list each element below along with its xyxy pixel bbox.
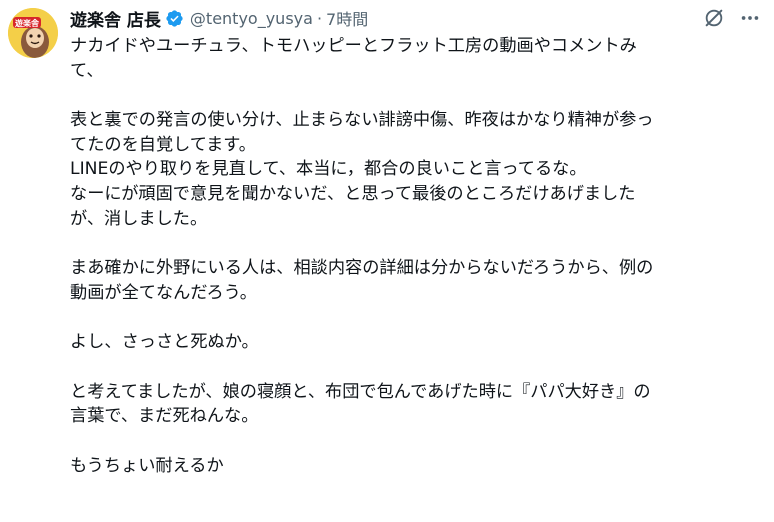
verified-badge-icon [165, 9, 184, 28]
tweet-text-line: 表と裏での発言の使い分け、止まらない誹謗中傷、昨夜はかなり精神が参っ [70, 110, 654, 131]
tweet-text-line: と考えてましたが、娘の寝顔と、布団で包んであげた時に『パパ大好き』の [70, 381, 651, 402]
tweet-text: ナカイドやユーチュラ、トモハッピーとフラット工房の動画やコメントみ て、表と裏での… [70, 34, 760, 478]
more-button[interactable] [738, 6, 762, 30]
tweet-text-line: LINEのやり取りを見直して、本当に，都合の良いこと言ってるな。 [70, 159, 587, 180]
tweet-text-line: てたのを自覚してます。 [70, 134, 256, 155]
grok-button[interactable] [702, 6, 726, 30]
tweet-text-line [70, 429, 760, 454]
tweet-text-line: ナカイドやユーチュラ、トモハッピーとフラット工房の動画やコメントみ [70, 36, 637, 56]
avatar[interactable]: 遊楽舎 [8, 8, 58, 58]
slash-circle-icon [705, 9, 723, 27]
tweet-text-line: が、消しました。 [70, 208, 208, 229]
tweet-text-line: 動画が全てなんだろう。 [70, 282, 257, 303]
tweet-text-line [70, 232, 760, 257]
tweet-text-line: て、 [70, 60, 104, 81]
tweet-text-line: もうちょい耐えるか [70, 455, 224, 476]
author-name[interactable]: 遊楽舎 店長 [70, 6, 161, 31]
tweet-text-line [70, 306, 760, 331]
timestamp[interactable]: 7時間 [326, 6, 368, 30]
more-dots-icon [741, 16, 759, 20]
separator-dot: · [316, 8, 323, 28]
avatar-image: 遊楽舎 [8, 8, 58, 58]
tweet-text-line: まあ確かに外野にいる人は、相談内容の詳細は分からないだろうから、例の [70, 258, 654, 279]
tweet-header: 遊楽舎 店長 @tentyo_yusya · 7時間 [70, 4, 368, 32]
tweet-text-line: なーにが頑固で意見を聞かないだ、と思って最後のところだけあげました [70, 184, 636, 205]
tweet-actions-top [702, 6, 762, 30]
tweet-text-line [70, 83, 760, 108]
tweet-text-line: 言葉で、まだ死ねんな。 [70, 406, 259, 427]
tweet-text-line [70, 355, 760, 380]
tweet-text-line: よし、さっさと死ぬか。 [70, 332, 259, 353]
author-handle[interactable]: @tentyo_yusya [190, 9, 313, 28]
avatar-logo-text: 遊楽舎 [15, 18, 40, 28]
